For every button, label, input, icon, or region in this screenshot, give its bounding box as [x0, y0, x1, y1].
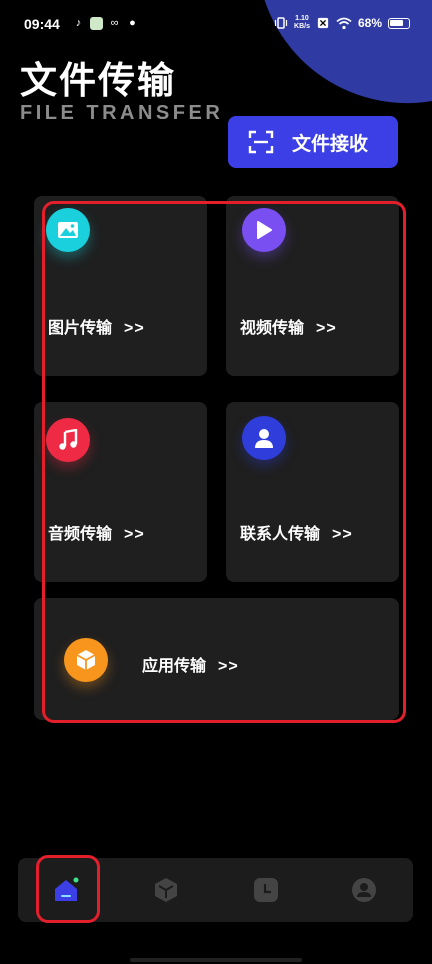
- arrow-text: >>: [218, 658, 239, 675]
- app-transfer-card[interactable]: 应用传输 >>: [34, 598, 399, 720]
- arrow-text: >>: [124, 320, 145, 337]
- card-title: 音频传输: [48, 526, 113, 543]
- link-icon: ∞: [110, 17, 119, 29]
- nav-history[interactable]: [252, 876, 280, 904]
- image-transfer-card[interactable]: 图片传输 >>: [34, 196, 207, 376]
- net-speed: 1.10 KB/s: [294, 15, 310, 31]
- history-icon: [254, 878, 278, 902]
- card-title: 图片传输: [48, 320, 113, 337]
- status-right: 1.10 KB/s 68%: [274, 15, 410, 31]
- bottom-nav: [18, 858, 413, 922]
- arrow-text: >>: [332, 526, 353, 543]
- music-icon: [46, 418, 90, 462]
- nav-profile[interactable]: [350, 876, 378, 904]
- card-label: 视频传输 >>: [240, 314, 337, 338]
- net-speed-unit: KB/s: [294, 23, 310, 30]
- status-bar: 09:44 ♪ ∞ ● 1.10 KB/s 68%: [0, 0, 432, 52]
- net-speed-value: 1.10: [295, 15, 309, 22]
- app-box-icon: [64, 638, 108, 682]
- status-time: 09:44: [24, 16, 60, 32]
- card-label: 音频传输 >>: [48, 520, 145, 544]
- video-transfer-card[interactable]: 视频传输 >>: [226, 196, 399, 376]
- notification-icons: ♪ ∞ ●: [72, 17, 139, 30]
- tiktok-icon: ♪: [75, 17, 82, 29]
- contact-transfer-card[interactable]: 联系人传输 >>: [226, 402, 399, 582]
- profile-icon: [352, 878, 376, 902]
- scan-icon: [248, 130, 274, 154]
- file-receive-label: 文件接收: [292, 133, 369, 155]
- audio-transfer-card[interactable]: 音频传输 >>: [34, 402, 207, 582]
- card-title: 视频传输: [240, 320, 305, 337]
- arrow-text: >>: [316, 320, 337, 337]
- image-icon: [46, 208, 90, 252]
- card-title: 应用传输: [142, 658, 207, 675]
- vibrate-icon: [274, 17, 288, 29]
- contact-icon: [242, 416, 286, 460]
- nav-apps[interactable]: [152, 876, 180, 904]
- sim-off-icon: [317, 17, 329, 29]
- wechat-icon: ●: [129, 17, 136, 29]
- home-icon: [55, 877, 79, 901]
- arrow-text: >>: [124, 526, 145, 543]
- card-label: 图片传输 >>: [48, 314, 145, 338]
- card-label: 联系人传输 >>: [240, 520, 353, 544]
- home-indicator: [130, 958, 302, 962]
- battery-icon: [388, 17, 410, 29]
- card-label: 应用传输 >>: [142, 652, 239, 676]
- file-receive-button[interactable]: 文件接收: [228, 116, 398, 168]
- page-subtitle: FILE TRANSFER: [20, 102, 224, 124]
- card-title: 联系人传输: [240, 526, 321, 543]
- play-icon: [242, 208, 286, 252]
- page-title: 文件传输: [20, 60, 176, 101]
- battery-percent: 68%: [357, 16, 382, 30]
- box-icon: [155, 878, 177, 902]
- app-icon: [90, 17, 103, 30]
- nav-home[interactable]: [52, 876, 80, 904]
- wifi-icon: [336, 17, 352, 29]
